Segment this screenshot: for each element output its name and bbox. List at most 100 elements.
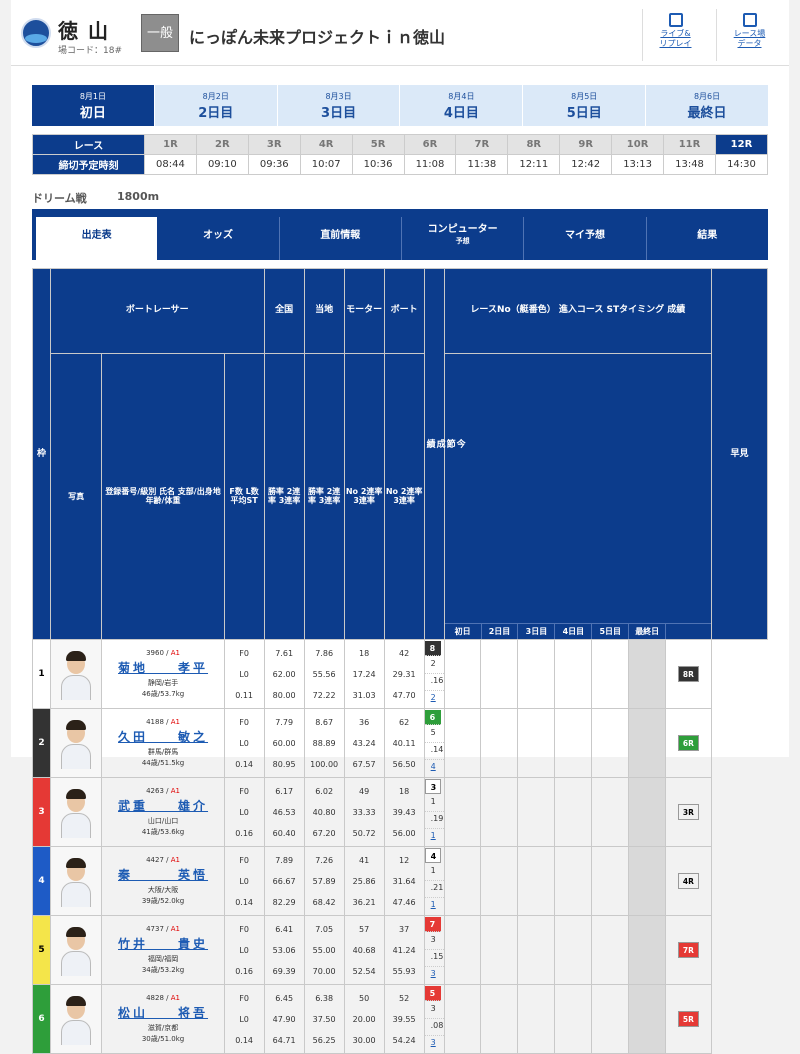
zen-stats: 6.41 53.06 69.39 bbox=[263, 915, 305, 985]
series-race-no: 8 bbox=[424, 640, 441, 656]
racer-branch: 山口/山口 bbox=[147, 816, 179, 825]
race-tab-9R[interactable]: 9R bbox=[559, 134, 613, 155]
konsetsu-header: 今節成績 bbox=[423, 268, 465, 640]
race-tab-1R[interactable]: 1R bbox=[144, 134, 197, 155]
series-day-empty bbox=[443, 984, 482, 1054]
racer-photo bbox=[58, 648, 94, 700]
early-header: 早見 bbox=[711, 268, 768, 640]
racer-row: 5 4737 / A1 竹井 貴史 福岡/福岡 34歳/53.2kg F0 L0 0.16 6.… bbox=[32, 915, 768, 985]
series-extra bbox=[627, 777, 666, 847]
series-day1: 7 3.15 3 bbox=[423, 915, 445, 985]
photo-cell bbox=[49, 639, 103, 709]
day-tab-1[interactable]: 8月1日 初日 bbox=[32, 85, 154, 126]
early-race-button[interactable]: 3R bbox=[677, 804, 699, 820]
boat-racer-header: ボートレーサー bbox=[49, 268, 265, 354]
racer-reg: 3960 / A1 bbox=[146, 648, 180, 657]
venue-data-button[interactable]: レース場 データ bbox=[716, 9, 782, 61]
content-tabs: 出走表 オッズ 直前情報 コンピューター 予想 マイ予想 結果 bbox=[32, 209, 768, 260]
race-tab-5R[interactable]: 5R bbox=[351, 134, 405, 155]
series-day-empty bbox=[443, 915, 482, 985]
series-result-link[interactable]: 2 bbox=[425, 691, 444, 708]
early-cell: 7R bbox=[664, 915, 713, 985]
tab-5[interactable]: マイ予想 bbox=[524, 217, 647, 260]
racer-name-link[interactable]: 竹井 貴史 bbox=[102, 935, 223, 952]
racer-row: 4 4427 / A1 秦 英悟 大阪/大阪 39歳/52.0kg F0 L0 0.14 7.8… bbox=[32, 846, 768, 916]
race-tab-11R[interactable]: 11R bbox=[663, 134, 716, 155]
tab-2[interactable]: オッズ bbox=[157, 217, 280, 260]
page: 徳山 場コード：18# 一般 にっぽん未来プロジェクトｉｎ徳山 ライブ& リプレ… bbox=[11, 0, 789, 1054]
race-tab-6R[interactable]: 6R bbox=[403, 134, 457, 155]
zen-stats: 6.17 46.53 60.40 bbox=[263, 777, 305, 847]
tab-6[interactable]: 結果 bbox=[647, 217, 768, 260]
series-result-link[interactable]: 3 bbox=[425, 1036, 444, 1053]
early-cell: 6R bbox=[664, 708, 713, 778]
race-tab-12R[interactable]: 12R bbox=[714, 134, 769, 155]
race-name: ドリーム戦 bbox=[32, 192, 87, 205]
race-tab-4R[interactable]: 4R bbox=[299, 134, 353, 155]
tab-label: コンピューター bbox=[427, 224, 498, 235]
racer-name-link[interactable]: 松山 将吾 bbox=[102, 1004, 223, 1021]
toc-sub-header: 勝率 2連率 3連率 bbox=[303, 352, 345, 641]
live-replay-label2: リプレイ bbox=[659, 39, 692, 48]
day-tab-date: 8月5日 bbox=[571, 92, 598, 101]
tab-label: マイ予想 bbox=[564, 230, 605, 241]
tab-3[interactable]: 直前情報 bbox=[280, 217, 402, 260]
day-tab-label: 4日目 bbox=[443, 106, 479, 121]
series-day-empty bbox=[591, 915, 629, 985]
racer-reg: 4263 / A1 bbox=[146, 786, 180, 795]
race-tab-3R[interactable]: 3R bbox=[247, 134, 301, 155]
day-tab-label: 5日目 bbox=[566, 106, 602, 121]
series-day-empty bbox=[517, 639, 556, 709]
tab-4[interactable]: コンピューター 予想 bbox=[402, 217, 525, 260]
day-tab-4[interactable]: 8月4日 4日目 bbox=[400, 85, 523, 126]
time-row-label: 締切予定時刻 bbox=[32, 154, 145, 175]
boat-stats: 37 41.24 55.93 bbox=[383, 915, 425, 985]
racer-branch: 福岡/福岡 bbox=[147, 954, 179, 963]
series-course: 5 bbox=[424, 726, 444, 743]
racer-name-link[interactable]: 武重 雄介 bbox=[102, 797, 223, 814]
series-day-empty bbox=[480, 984, 519, 1054]
series-course: 1 bbox=[424, 795, 444, 812]
race-tab-2R[interactable]: 2R bbox=[195, 134, 249, 155]
racer-branch: 大阪/大阪 bbox=[147, 885, 179, 894]
series-header: レースNo（艇番色） 進入コース STタイミング 成績 bbox=[443, 268, 713, 354]
series-day-empty bbox=[443, 708, 482, 778]
tab-1[interactable]: 出走表 bbox=[36, 217, 158, 260]
series-day-blank bbox=[666, 624, 711, 639]
fl-cell: F0 L0 0.16 bbox=[223, 915, 265, 985]
motor-stats: 49 33.33 50.72 bbox=[343, 777, 385, 847]
race-tab-10R[interactable]: 10R bbox=[611, 134, 665, 155]
fl-cell: F0 L0 0.16 bbox=[223, 777, 265, 847]
series-st: .19 bbox=[424, 812, 444, 829]
early-race-button[interactable]: 7R bbox=[677, 942, 699, 958]
day-tab-5[interactable]: 8月5日 5日目 bbox=[523, 85, 646, 126]
series-result-link[interactable]: 1 bbox=[425, 829, 444, 846]
racer-row: 1 3960 / A1 菊地 孝平 静岡/岩手 46歳/53.7kg F0 L0 0.11 7.… bbox=[32, 639, 768, 709]
series-race-no: 3 bbox=[424, 778, 441, 794]
race-time-5R: 10:36 bbox=[351, 154, 405, 175]
racer-name-link[interactable]: 秦 英悟 bbox=[102, 866, 223, 883]
series-result-link[interactable]: 1 bbox=[425, 898, 444, 915]
early-race-button[interactable]: 5R bbox=[677, 1011, 699, 1027]
series-day-empty bbox=[443, 846, 482, 916]
series-day-5: 5日目 bbox=[592, 624, 630, 639]
day-tab-6[interactable]: 8月6日 最終日 bbox=[646, 85, 768, 126]
early-cell: 4R bbox=[664, 846, 713, 916]
tochi-header: 当地 bbox=[303, 268, 345, 354]
day-tab-3[interactable]: 8月3日 3日目 bbox=[277, 85, 400, 126]
series-result-link[interactable]: 3 bbox=[425, 967, 444, 984]
racer-name-link[interactable]: 菊地 孝平 bbox=[102, 659, 223, 676]
race-tab-8R[interactable]: 8R bbox=[507, 134, 561, 155]
day-tab-date: 8月1日 bbox=[79, 92, 106, 101]
race-tab-7R[interactable]: 7R bbox=[455, 134, 509, 155]
early-race-button[interactable]: 4R bbox=[677, 873, 699, 889]
early-race-button[interactable]: 6R bbox=[677, 735, 699, 751]
day-tab-label: 2日目 bbox=[198, 106, 234, 121]
race-time-1R: 08:44 bbox=[144, 154, 197, 175]
series-result-link[interactable]: 4 bbox=[425, 760, 444, 777]
early-race-button[interactable]: 8R bbox=[677, 666, 699, 682]
day-tab-2[interactable]: 8月2日 2日目 bbox=[154, 85, 277, 126]
live-replay-button[interactable]: ライブ& リプレイ bbox=[642, 9, 708, 61]
racer-name-link[interactable]: 久田 敏之 bbox=[102, 728, 223, 745]
fl-cell: F0 L0 0.14 bbox=[223, 846, 265, 916]
